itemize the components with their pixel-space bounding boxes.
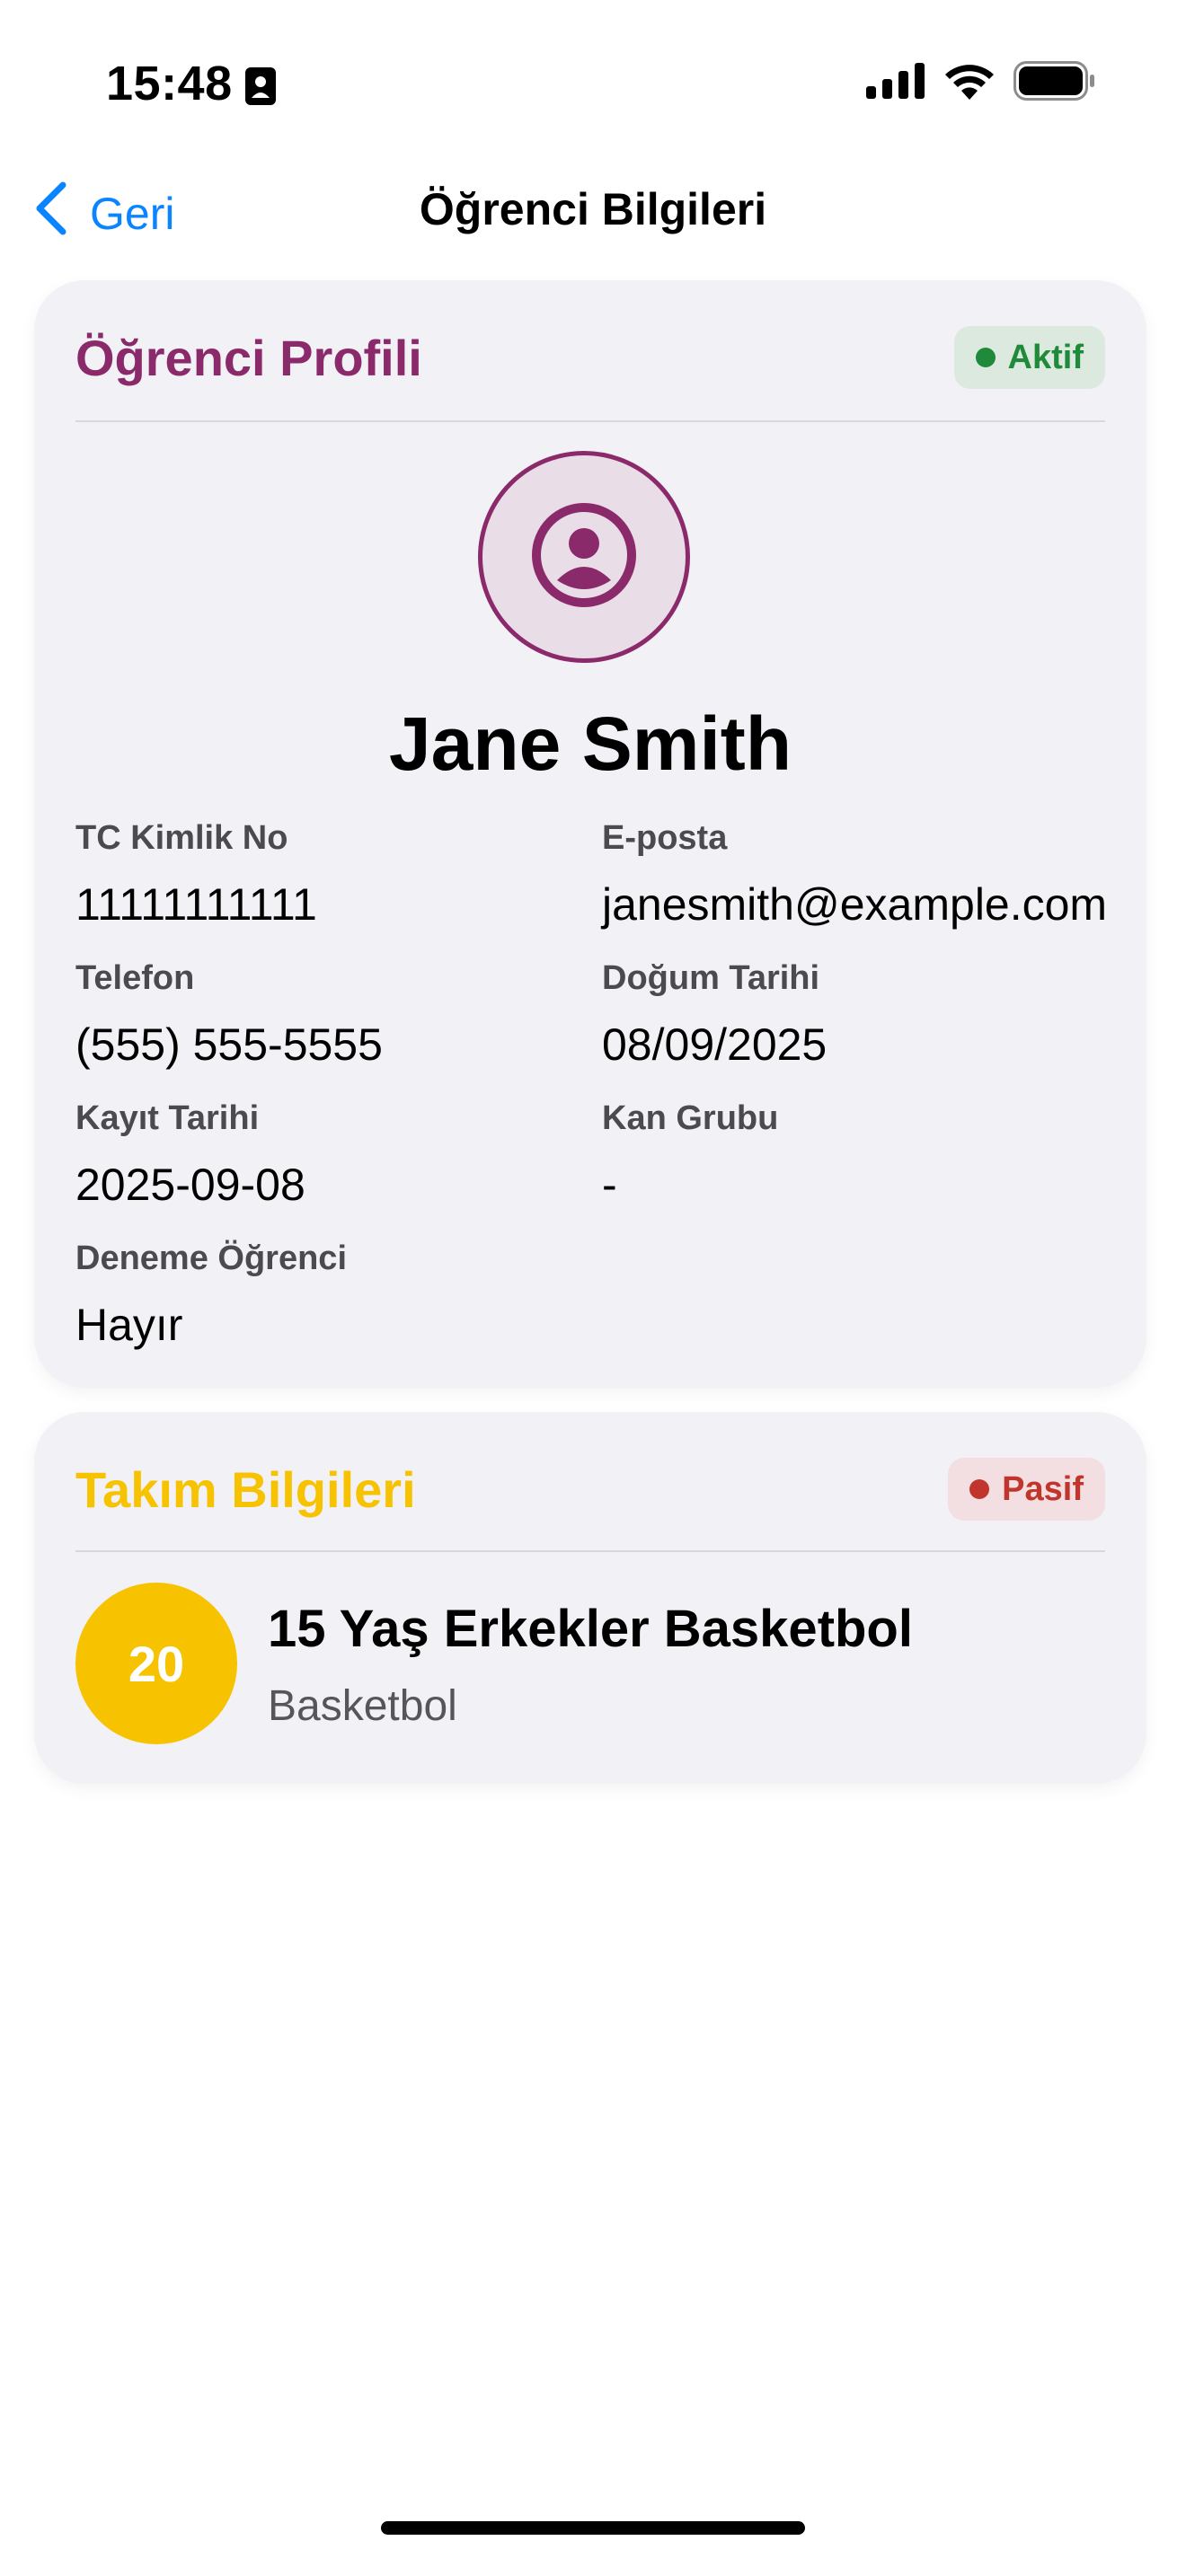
team-name: 15 Yaş Erkekler Basketbol (268, 1600, 913, 1658)
navigation-bar: Geri Öğrenci Bilgileri (0, 171, 1186, 251)
status-icons (866, 61, 1096, 105)
battery-icon (1013, 61, 1096, 105)
status-dot-icon (969, 1479, 990, 1499)
info-email: E-posta janesmith@example.com (602, 819, 1123, 931)
info-phone: Telefon (555) 555-5555 (75, 959, 597, 1071)
team-info-card: Takım Bilgileri Pasif 20 15 Yaş Erkekler… (34, 1412, 1146, 1784)
info-label: E-posta (602, 819, 728, 857)
status-time: 15:48 (106, 56, 278, 111)
cellular-signal-icon (866, 63, 925, 103)
info-label: Telefon (75, 959, 195, 997)
profile-divider (75, 420, 1105, 422)
info-birth-date: Doğum Tarihi 08/09/2025 (602, 959, 1123, 1071)
info-label: TC Kimlik No (75, 819, 288, 857)
avatar (478, 451, 690, 663)
info-value: janesmith@example.com (602, 879, 1108, 930)
info-value: 2025-09-08 (75, 1160, 305, 1210)
info-label: Kan Grubu (602, 1099, 779, 1137)
info-label: Kayıt Tarihi (75, 1099, 260, 1137)
info-value: Hayır (75, 1300, 183, 1350)
status-badge-passive: Pasif (948, 1458, 1105, 1521)
info-registration-date: Kayıt Tarihi 2025-09-08 (75, 1099, 597, 1211)
team-list-item[interactable]: 20 15 Yaş Erkekler Basketbol Basketbol (75, 1583, 1105, 1744)
info-tc-kimlik: TC Kimlik No 11111111111 (75, 819, 597, 931)
team-card-header: Takım Bilgileri Pasif (75, 1451, 1105, 1527)
team-number-badge: 20 (75, 1583, 237, 1744)
status-badge-label: Pasif (1002, 1469, 1084, 1508)
info-blood-type: Kan Grubu - (602, 1099, 1123, 1211)
status-badge-label: Aktif (1007, 338, 1084, 376)
page-title: Öğrenci Bilgileri (419, 184, 767, 234)
status-badge-active: Aktif (953, 326, 1105, 389)
team-sport: Basketbol (268, 1682, 457, 1730)
info-value: 11111111111 (75, 879, 317, 930)
status-bar: 15:48 (0, 0, 1186, 171)
student-profile-card: Öğrenci Profili Aktif Jane Smith TC Kiml… (34, 280, 1146, 1388)
team-card-title: Takım Bilgileri (75, 1460, 416, 1518)
info-value: - (602, 1160, 617, 1210)
info-value: (555) 555-5555 (75, 1019, 383, 1070)
profile-card-header: Öğrenci Profili Aktif (75, 320, 1105, 395)
info-trial-student: Deneme Öğrenci Hayır (75, 1239, 597, 1351)
info-label: Deneme Öğrenci (75, 1239, 347, 1277)
info-label: Doğum Tarihi (602, 959, 820, 997)
profile-card-title: Öğrenci Profili (75, 329, 422, 386)
team-divider (75, 1550, 1105, 1552)
status-time-text: 15:48 (106, 57, 233, 110)
wifi-icon (943, 62, 996, 104)
sim-card-icon (243, 63, 278, 105)
student-name: Jane Smith (388, 701, 792, 786)
home-indicator[interactable] (381, 2521, 805, 2535)
status-dot-icon (975, 348, 996, 367)
person-circle-icon (530, 501, 638, 613)
info-value: 08/09/2025 (602, 1019, 828, 1070)
